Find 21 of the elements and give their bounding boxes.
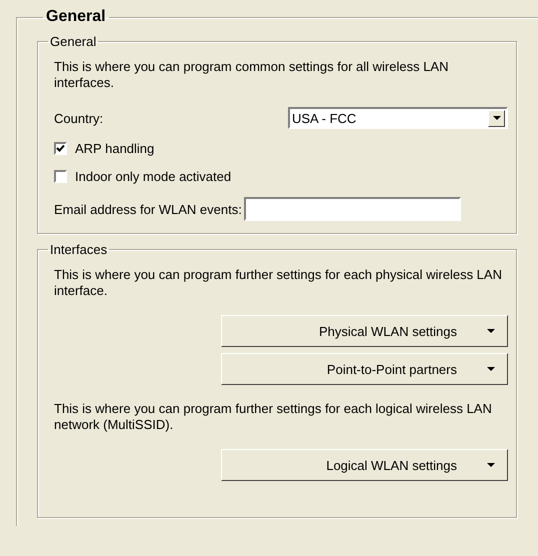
group-title: Interfaces xyxy=(49,242,108,257)
checkbox[interactable] xyxy=(54,170,67,183)
menu-button[interactable]: Logical WLAN settings xyxy=(221,449,508,481)
checkbox-label: ARP handling xyxy=(75,141,154,156)
menu-button[interactable]: Physical WLAN settings xyxy=(221,315,508,347)
group-title: General xyxy=(49,34,98,49)
country-dropdown[interactable]: USA - FCC xyxy=(288,107,508,129)
email-field[interactable] xyxy=(244,197,461,221)
caret-icon xyxy=(487,367,495,371)
caret-icon xyxy=(487,329,495,333)
panel-title: General xyxy=(45,8,107,26)
description-text: This is where you can program further settings for each physical wireless LAN interface. xyxy=(54,267,503,299)
checkbox[interactable] xyxy=(54,142,67,155)
menu-button[interactable]: Point-to-Point partners xyxy=(221,353,508,385)
dropdown-arrow-icon xyxy=(492,116,500,120)
country-label: Country: xyxy=(54,110,104,126)
description-text: This is where you can program further settings for each logical wireless LAN network (MultiSSID). xyxy=(54,401,493,433)
description-text: This is where you can program common settings for all wireless LAN interfaces. xyxy=(54,59,450,91)
caret-icon xyxy=(487,463,495,467)
checkbox-label: Indoor only mode activated xyxy=(75,169,232,184)
email-label: Email address for WLAN events: xyxy=(54,202,242,216)
